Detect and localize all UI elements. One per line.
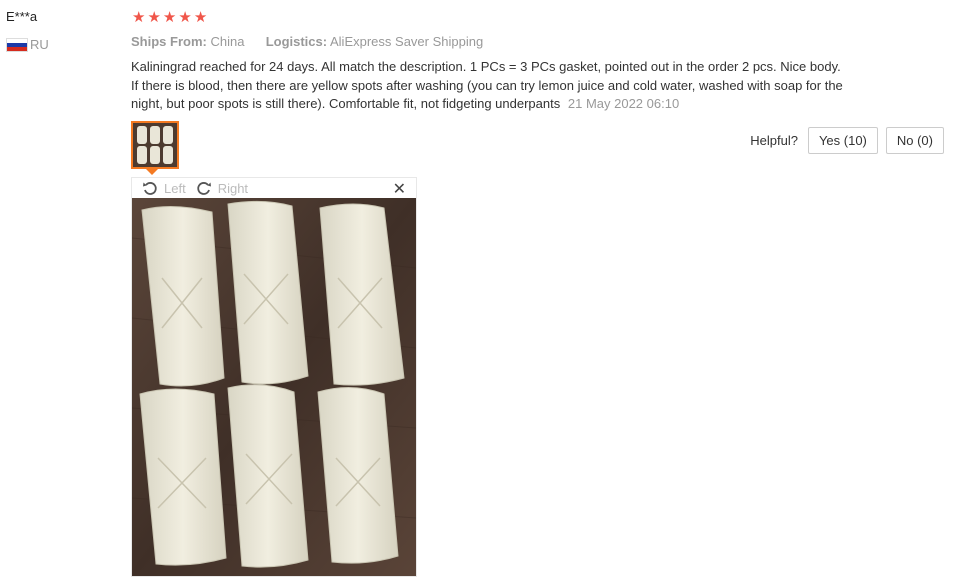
viewer-toolbar: Left Right ✕ <box>132 178 416 198</box>
rotate-left-label: Left <box>164 180 186 196</box>
reviewer-name: E***a <box>6 9 38 24</box>
russia-flag-icon <box>6 37 28 52</box>
star-icon: ★ <box>193 9 208 26</box>
star-icon: ★ <box>147 9 161 26</box>
rotate-right-label: Right <box>217 180 249 196</box>
shipping-meta: Ships From: China Logistics: AliExpress … <box>131 34 483 49</box>
rotate-left-icon <box>143 182 157 195</box>
helpful-no-button[interactable]: No (0) <box>885 127 944 154</box>
rotate-left-button[interactable]: Left <box>142 180 186 196</box>
close-icon[interactable]: ✕ <box>393 179 406 199</box>
rotate-right-icon <box>197 182 211 195</box>
review-photo <box>132 198 416 576</box>
photo-viewer: Left Right ✕ <box>131 177 417 577</box>
helpful-label: Helpful? <box>750 133 798 148</box>
review-photo-thumbnail[interactable] <box>131 121 179 169</box>
helpful-yes-button[interactable]: Yes (10) <box>807 127 878 154</box>
rotate-right-button[interactable]: Right <box>196 180 248 196</box>
star-icon: ★ <box>162 9 177 26</box>
star-icon: ★ <box>178 9 192 26</box>
ships-from-label: Ships From: <box>131 34 207 49</box>
star-icon: ★ <box>132 9 146 26</box>
review-text: Kaliningrad reached for 24 days. All mat… <box>131 59 843 111</box>
logistics-label: Logistics: <box>265 34 328 49</box>
reviewer-country: RU <box>6 37 49 52</box>
logistics-value: AliExpress Saver Shipping <box>330 34 484 49</box>
star-rating: ★ ★ ★ ★ ★ <box>132 10 207 25</box>
helpful-votes: Helpful? Yes (10) No (0) <box>750 127 944 154</box>
thumbnail-pointer-arrow <box>146 169 158 175</box>
country-code: RU <box>30 37 49 52</box>
review-date: 21 May 2022 06:10 <box>567 96 680 111</box>
ships-from-value: China <box>210 34 245 49</box>
review-body: Kaliningrad reached for 24 days. All mat… <box>131 58 851 114</box>
